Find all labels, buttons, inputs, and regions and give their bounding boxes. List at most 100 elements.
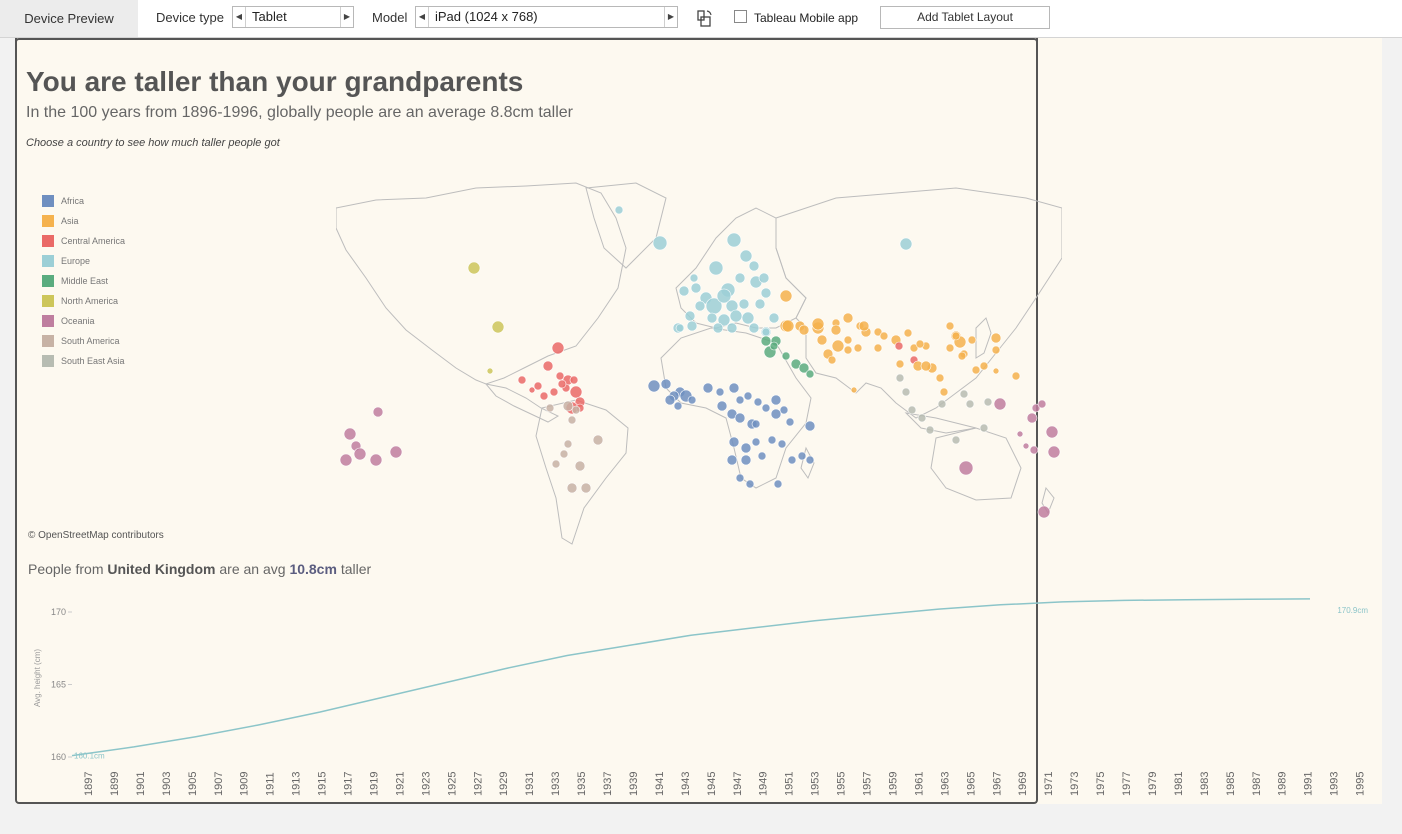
country-marker[interactable] bbox=[895, 359, 905, 369]
country-marker[interactable] bbox=[741, 311, 755, 325]
country-marker[interactable] bbox=[563, 439, 573, 449]
country-marker[interactable] bbox=[843, 335, 853, 345]
country-marker[interactable] bbox=[1011, 371, 1021, 381]
country-marker[interactable] bbox=[690, 282, 702, 294]
country-marker[interactable] bbox=[768, 312, 780, 324]
country-marker[interactable] bbox=[708, 260, 724, 276]
country-marker[interactable] bbox=[761, 403, 771, 413]
country-marker[interactable] bbox=[842, 312, 854, 324]
country-marker[interactable] bbox=[853, 343, 863, 353]
country-marker[interactable] bbox=[945, 321, 955, 331]
country-marker[interactable] bbox=[684, 310, 696, 322]
country-marker[interactable] bbox=[894, 341, 904, 351]
country-marker[interactable] bbox=[991, 345, 1001, 355]
country-marker[interactable] bbox=[551, 459, 561, 469]
country-marker[interactable] bbox=[992, 367, 1000, 375]
country-marker[interactable] bbox=[957, 351, 967, 361]
country-marker[interactable] bbox=[979, 361, 989, 371]
country-marker[interactable] bbox=[939, 387, 949, 397]
country-marker[interactable] bbox=[901, 387, 911, 397]
country-marker[interactable] bbox=[787, 455, 797, 465]
country-marker[interactable] bbox=[739, 249, 753, 263]
country-marker[interactable] bbox=[769, 341, 779, 351]
country-marker[interactable] bbox=[369, 453, 383, 467]
country-marker[interactable] bbox=[574, 460, 586, 472]
country-marker[interactable] bbox=[748, 322, 760, 334]
add-tablet-layout-button[interactable]: Add Tablet Layout bbox=[880, 6, 1050, 29]
country-marker[interactable] bbox=[951, 435, 961, 445]
country-marker[interactable] bbox=[873, 343, 883, 353]
country-marker[interactable] bbox=[925, 425, 935, 435]
country-marker[interactable] bbox=[920, 360, 932, 372]
country-marker[interactable] bbox=[745, 479, 755, 489]
country-marker[interactable] bbox=[715, 387, 725, 397]
country-marker[interactable] bbox=[706, 312, 718, 324]
country-marker[interactable] bbox=[675, 323, 685, 333]
country-marker[interactable] bbox=[945, 343, 955, 353]
country-marker[interactable] bbox=[767, 435, 777, 445]
next-arrow-icon[interactable]: ▶ bbox=[340, 7, 353, 27]
country-marker[interactable] bbox=[491, 320, 505, 334]
country-marker[interactable] bbox=[777, 439, 787, 449]
country-marker[interactable] bbox=[959, 389, 969, 399]
country-marker[interactable] bbox=[687, 395, 697, 405]
country-marker[interactable] bbox=[729, 309, 743, 323]
country-marker[interactable] bbox=[678, 285, 690, 297]
country-marker[interactable] bbox=[811, 317, 825, 331]
country-marker[interactable] bbox=[735, 473, 745, 483]
next-arrow-icon[interactable]: ▶ bbox=[664, 7, 677, 27]
country-marker[interactable] bbox=[712, 322, 724, 334]
country-marker[interactable] bbox=[673, 401, 683, 411]
country-marker[interactable] bbox=[843, 345, 853, 355]
country-marker[interactable] bbox=[467, 261, 481, 275]
country-marker[interactable] bbox=[734, 272, 746, 284]
country-marker[interactable] bbox=[566, 482, 578, 494]
country-marker[interactable] bbox=[781, 351, 791, 361]
country-marker[interactable] bbox=[831, 339, 845, 353]
country-marker[interactable] bbox=[726, 232, 742, 248]
country-marker[interactable] bbox=[1047, 445, 1061, 459]
country-marker[interactable] bbox=[967, 335, 977, 345]
rotate-device-icon[interactable] bbox=[694, 8, 714, 28]
country-marker[interactable] bbox=[758, 272, 770, 284]
country-marker[interactable] bbox=[753, 397, 763, 407]
country-marker[interactable] bbox=[958, 460, 974, 476]
country-marker[interactable] bbox=[1026, 412, 1038, 424]
country-marker[interactable] bbox=[716, 400, 728, 412]
country-marker[interactable] bbox=[539, 391, 549, 401]
country-marker[interactable] bbox=[797, 451, 807, 461]
country-marker[interactable] bbox=[647, 379, 661, 393]
country-marker[interactable] bbox=[542, 360, 554, 372]
country-marker[interactable] bbox=[990, 332, 1002, 344]
country-marker[interactable] bbox=[965, 399, 975, 409]
country-marker[interactable] bbox=[549, 387, 559, 397]
country-marker[interactable] bbox=[734, 412, 746, 424]
country-marker[interactable] bbox=[917, 413, 927, 423]
device-type-dropdown[interactable]: ◀ Tablet ▶ bbox=[232, 6, 354, 28]
country-marker[interactable] bbox=[779, 405, 789, 415]
country-marker[interactable] bbox=[743, 391, 753, 401]
country-marker[interactable] bbox=[827, 355, 837, 365]
country-marker[interactable] bbox=[983, 397, 993, 407]
country-marker[interactable] bbox=[571, 405, 581, 415]
country-marker[interactable] bbox=[993, 397, 1007, 411]
country-marker[interactable] bbox=[664, 394, 676, 406]
country-marker[interactable] bbox=[726, 322, 738, 334]
country-marker[interactable] bbox=[528, 386, 536, 394]
country-marker[interactable] bbox=[702, 382, 714, 394]
country-marker[interactable] bbox=[728, 382, 740, 394]
country-marker[interactable] bbox=[903, 328, 913, 338]
country-marker[interactable] bbox=[804, 420, 816, 432]
country-marker[interactable] bbox=[1045, 425, 1059, 439]
world-map[interactable] bbox=[336, 178, 1062, 546]
country-marker[interactable] bbox=[761, 327, 771, 337]
country-marker[interactable] bbox=[343, 427, 357, 441]
country-marker[interactable] bbox=[760, 287, 772, 299]
country-marker[interactable] bbox=[760, 335, 772, 347]
country-marker[interactable] bbox=[770, 394, 782, 406]
country-marker[interactable] bbox=[1016, 430, 1024, 438]
country-marker[interactable] bbox=[580, 482, 592, 494]
country-marker[interactable] bbox=[971, 365, 981, 375]
country-marker[interactable] bbox=[545, 403, 555, 413]
country-marker[interactable] bbox=[773, 479, 783, 489]
